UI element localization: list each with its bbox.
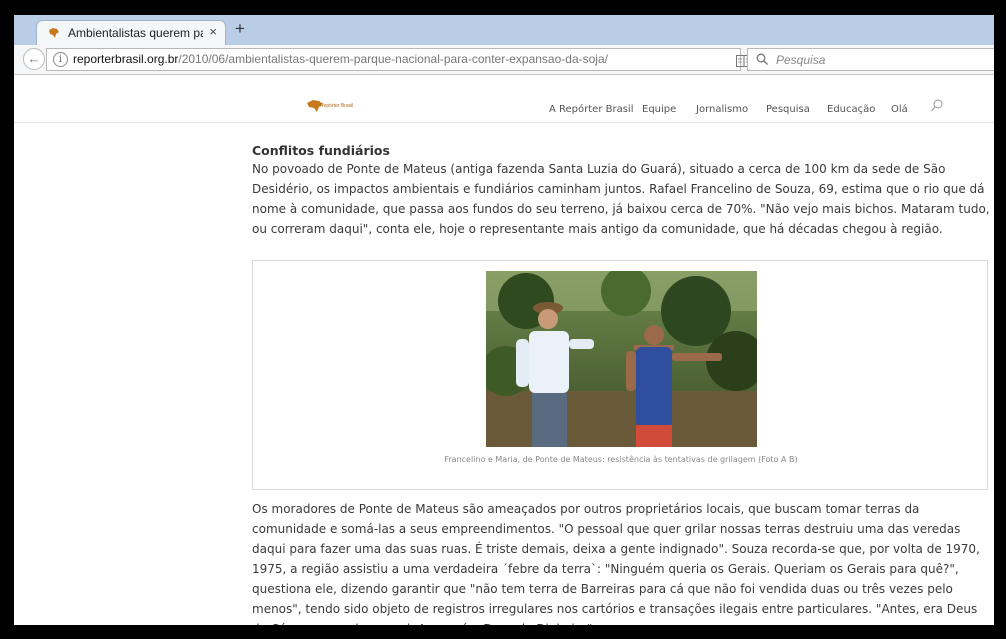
nav-a-reporter-brasil[interactable]: A Repórter Brasil — [549, 104, 633, 115]
search-box[interactable]: Pesquisa — [747, 48, 994, 71]
logo-text: Repórter Brasil — [320, 103, 354, 109]
back-button[interactable]: ← — [23, 48, 45, 70]
search-placeholder: Pesquisa — [776, 53, 826, 67]
site-search-icon[interactable] — [931, 99, 943, 112]
photo-caption: Francelino e Maria, de Ponte de Mateus: … — [444, 455, 798, 464]
article-photo — [486, 271, 757, 447]
browser-window: Ambientalistas querem par... × + ← i rep… — [14, 15, 994, 625]
navigation-bar: ← i reporterbrasil.org.br/2010/06/ambien… — [14, 45, 994, 75]
nav-pesquisa[interactable]: Pesquisa — [766, 104, 810, 115]
nav-jornalismo[interactable]: Jornalismo — [696, 104, 748, 115]
tab-bar: Ambientalistas querem par... × + — [14, 15, 994, 45]
photo-figure: Francelino e Maria, de Ponte de Mateus: … — [252, 260, 988, 490]
nav-ola[interactable]: Olá — [891, 104, 908, 115]
browser-tab[interactable]: Ambientalistas querem par... × — [36, 20, 226, 45]
article-paragraph-1: No povoado de Ponte de Mateus (antiga fa… — [252, 162, 990, 236]
site-header: Repórter Brasil A Repórter Brasil Equipe… — [14, 75, 994, 123]
url-domain: reporterbrasil.org.br — [73, 52, 179, 66]
nav-equipe[interactable]: Equipe — [642, 104, 676, 115]
tab-close-icon[interactable]: × — [209, 24, 217, 39]
new-tab-button[interactable]: + — [235, 19, 245, 39]
section-heading: Conflitos fundiários — [252, 143, 390, 158]
site-favicon-icon — [49, 28, 59, 38]
tab-title: Ambientalistas querem par... — [68, 26, 203, 40]
site-info-icon[interactable]: i — [53, 52, 68, 67]
url-text[interactable]: reporterbrasil.org.br/2010/06/ambientali… — [73, 52, 608, 66]
nav-educacao[interactable]: Educação — [827, 104, 875, 115]
search-icon — [756, 53, 768, 65]
url-path: /2010/06/ambientalistas-querem-parque-na… — [178, 52, 608, 66]
article-paragraph-2: Os moradores de Ponte de Mateus são amea… — [252, 502, 980, 625]
address-bar[interactable]: i reporterbrasil.org.br/2010/06/ambienta… — [46, 48, 773, 71]
